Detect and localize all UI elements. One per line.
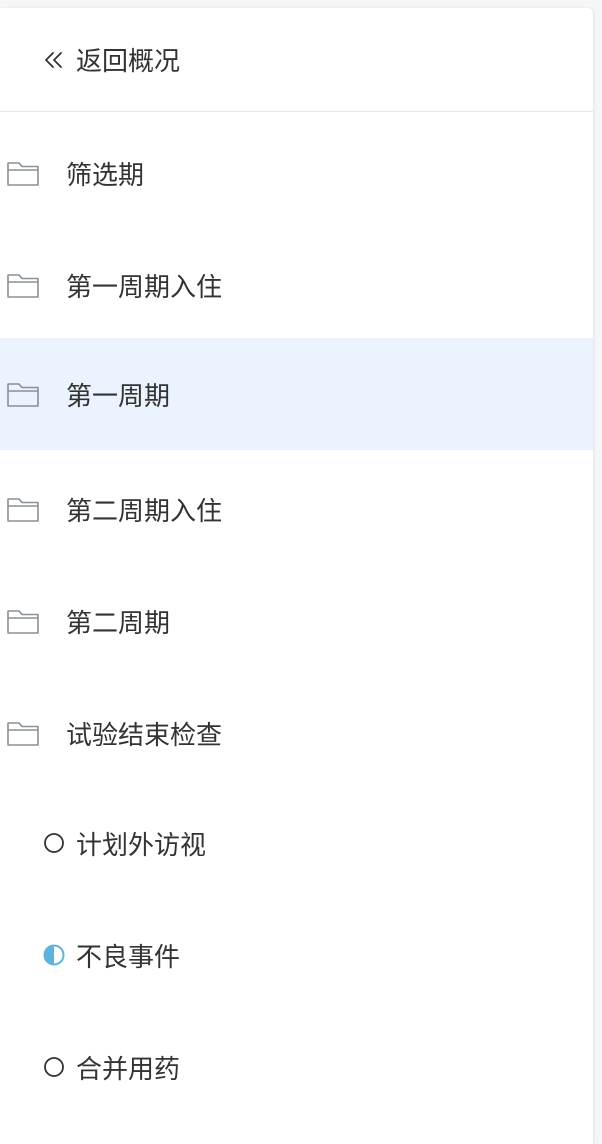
form-item-label: 不良事件 bbox=[76, 942, 181, 973]
folder-item-label: 第一周期 bbox=[66, 381, 171, 412]
empty-circle-icon bbox=[44, 1057, 64, 1077]
form-item-adverse-events[interactable]: 不良事件 bbox=[0, 899, 593, 1011]
folder-icon bbox=[7, 162, 39, 186]
folder-icon bbox=[7, 498, 39, 522]
double-chevron-left-icon bbox=[45, 51, 62, 68]
folder-icon bbox=[7, 274, 39, 298]
folder-item-screening[interactable]: 筛选期 bbox=[0, 117, 593, 229]
folder-item-period2[interactable]: 第二周期 bbox=[0, 565, 593, 677]
folder-item-label: 试验结束检查 bbox=[66, 720, 223, 751]
form-item-label: 计划外访视 bbox=[76, 830, 207, 861]
form-item-label: 合并用药 bbox=[76, 1054, 181, 1085]
folder-item-label: 第一周期入住 bbox=[66, 272, 223, 303]
half-filled-circle-icon bbox=[43, 944, 65, 966]
folder-icon bbox=[7, 610, 39, 634]
empty-circle-icon bbox=[44, 833, 64, 853]
folder-item-label: 筛选期 bbox=[66, 160, 145, 191]
form-item-unscheduled-visit[interactable]: 计划外访视 bbox=[0, 787, 593, 899]
folder-item-period2-admission[interactable]: 第二周期入住 bbox=[0, 453, 593, 565]
folder-item-period1[interactable]: 第一周期 bbox=[0, 338, 593, 450]
folder-item-period1-admission[interactable]: 第一周期入住 bbox=[0, 229, 593, 341]
folder-item-label: 第二周期入住 bbox=[66, 496, 223, 527]
folder-item-label: 第二周期 bbox=[66, 608, 171, 639]
navigation-panel: 返回概况 筛选期 第一周期入住 第一周期 第二周期入住 第二周期 试验结束检查 … bbox=[0, 8, 593, 1144]
back-to-overview-label: 返回概况 bbox=[76, 47, 181, 77]
back-to-overview-button[interactable]: 返回概况 bbox=[0, 8, 593, 112]
form-item-concomitant-medication[interactable]: 合并用药 bbox=[0, 1011, 593, 1123]
folder-icon bbox=[7, 722, 39, 746]
folder-item-end-of-trial-check[interactable]: 试验结束检查 bbox=[0, 677, 593, 789]
folder-icon bbox=[7, 383, 39, 407]
